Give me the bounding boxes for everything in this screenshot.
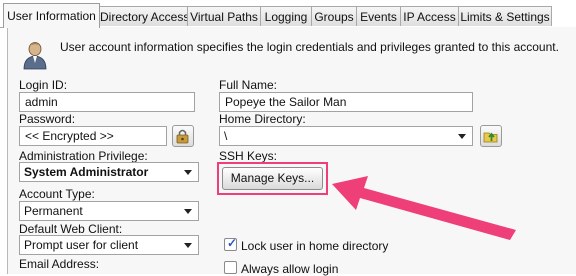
tab-directory-access[interactable]: Directory Access xyxy=(99,6,188,26)
admin-privilege-value: System Administrator xyxy=(24,165,149,179)
account-type-label: Account Type: xyxy=(19,187,95,201)
account-type-value: Permanent xyxy=(24,204,83,218)
tab-user-information[interactable]: User Information xyxy=(3,3,100,28)
tab-ip-access[interactable]: IP Access xyxy=(400,6,459,26)
ssh-keys-label: SSH Keys: xyxy=(219,149,278,163)
manage-keys-button[interactable]: Manage Keys... xyxy=(222,167,323,190)
home-directory-select[interactable]: \ xyxy=(219,126,473,146)
tab-virtual-paths[interactable]: Virtual Paths xyxy=(187,6,261,26)
tab-bar: User Information Directory Access Virtua… xyxy=(0,0,576,28)
admin-privilege-label: Administration Privilege: xyxy=(19,149,148,163)
account-type-select[interactable]: Permanent xyxy=(19,201,199,221)
home-directory-value: \ xyxy=(224,129,228,143)
manage-keys-highlight: Manage Keys... xyxy=(217,162,328,195)
tab-groups[interactable]: Groups xyxy=(311,6,357,26)
checkmark-icon: ✓ xyxy=(227,236,238,250)
chevron-down-icon xyxy=(184,209,192,214)
chevron-down-icon xyxy=(458,134,466,139)
admin-privilege-select[interactable]: System Administrator xyxy=(19,162,199,182)
default-web-client-label: Default Web Client: xyxy=(19,222,123,236)
password-generator-button[interactable] xyxy=(172,125,194,147)
lock-home-label: Lock user in home directory xyxy=(241,239,389,253)
browse-folder-button[interactable] xyxy=(480,125,502,147)
email-label: Email Address: xyxy=(19,257,100,271)
full-name-field[interactable]: Popeye the Sailor Man xyxy=(219,92,473,112)
chevron-down-icon xyxy=(184,170,192,175)
user-account-icon xyxy=(23,42,47,70)
pink-arrow-annotation xyxy=(332,176,516,240)
home-directory-label: Home Directory: xyxy=(219,112,306,126)
tab-events[interactable]: Events xyxy=(356,6,401,26)
password-label: Password: xyxy=(19,112,76,126)
login-id-field[interactable]: admin xyxy=(19,92,195,112)
intro-text: User account information specifies the l… xyxy=(60,40,559,54)
chevron-down-icon xyxy=(184,243,192,248)
always-allow-login-checkbox[interactable] xyxy=(224,261,237,274)
tab-limits-settings[interactable]: Limits & Settings xyxy=(458,6,552,26)
key-lock-icon xyxy=(176,129,189,144)
lock-home-checkbox[interactable]: ✓ xyxy=(224,236,238,251)
folder-up-arrow-icon xyxy=(483,132,498,143)
password-field[interactable]: << Encrypted >> xyxy=(19,126,167,146)
full-name-label: Full Name: xyxy=(219,78,278,92)
tab-logging[interactable]: Logging xyxy=(260,6,312,26)
login-id-label: Login ID: xyxy=(19,78,68,92)
default-web-client-select[interactable]: Prompt user for client xyxy=(19,235,199,255)
default-web-client-value: Prompt user for client xyxy=(24,238,139,252)
